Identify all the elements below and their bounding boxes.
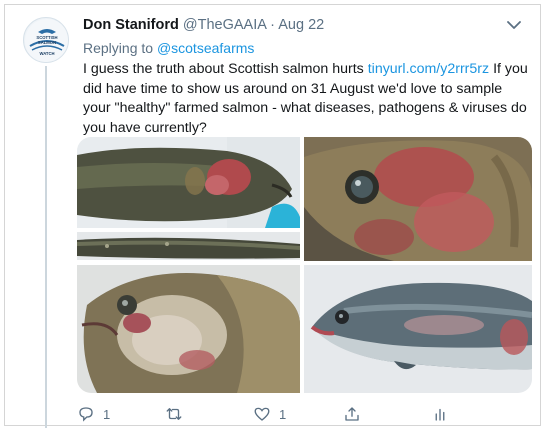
reply-count: 1 xyxy=(103,406,111,422)
author-name[interactable]: Don Staniford xyxy=(83,17,179,33)
svg-text:SALMON: SALMON xyxy=(38,40,56,45)
salmon-photo-4-bottom-left[interactable] xyxy=(77,265,300,393)
chevron-down-icon[interactable] xyxy=(506,19,522,31)
reply-icon xyxy=(79,407,93,422)
scottish-salmon-watch-logo: SCOTTISH SALMON WATCH xyxy=(25,19,68,62)
tweet-actions: 1 1 xyxy=(77,403,477,425)
salmon-photo-5-bottom-right[interactable] xyxy=(304,265,532,393)
analytics-button[interactable] xyxy=(431,405,449,423)
tweet-link[interactable]: tinyurl.com/y2rrr5rz xyxy=(368,61,489,77)
separator-dot: · xyxy=(270,17,275,33)
media-grid xyxy=(77,137,532,393)
avatar[interactable]: SCOTTISH SALMON WATCH xyxy=(23,17,69,63)
replying-to-handle[interactable]: @scotseafarms xyxy=(157,40,254,56)
thread-line xyxy=(45,66,47,428)
tweet-text: I guess the truth about Scottish salmon … xyxy=(83,60,533,138)
salmon-photo-3-top-right[interactable] xyxy=(304,137,532,261)
heart-icon xyxy=(254,407,270,421)
replying-prefix: Replying to xyxy=(83,40,154,56)
tweet-header: Don Staniford @TheGAAIA · Aug 22 xyxy=(83,17,324,33)
reply-button[interactable]: 1 xyxy=(77,405,110,423)
author-handle[interactable]: @TheGAAIA xyxy=(183,17,266,33)
salmon-photo-2-strip-left[interactable] xyxy=(77,232,300,260)
replying-to: Replying to @scotseafarms xyxy=(83,40,254,56)
share-button[interactable] xyxy=(343,405,361,423)
share-icon xyxy=(345,407,359,421)
tweet-date[interactable]: Aug 22 xyxy=(278,17,324,33)
tweet-card: SCOTTISH SALMON WATCH Don Staniford @The… xyxy=(4,4,541,428)
analytics-icon xyxy=(435,408,445,421)
salmon-photo-1-top-left[interactable] xyxy=(77,137,300,228)
retweet-button[interactable] xyxy=(165,405,191,423)
like-button[interactable]: 1 xyxy=(253,405,286,423)
like-count: 1 xyxy=(279,406,287,422)
tweet-text-before-link: I guess the truth about Scottish salmon … xyxy=(83,61,364,77)
svg-text:WATCH: WATCH xyxy=(39,51,54,56)
retweet-icon xyxy=(166,408,182,420)
